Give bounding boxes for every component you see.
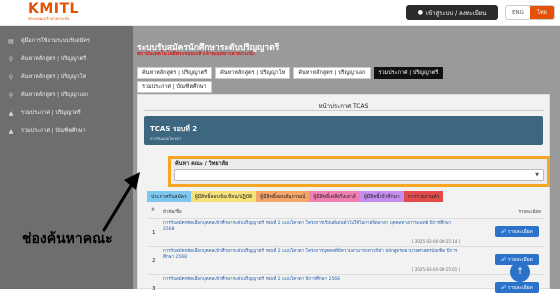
scroll-top-button[interactable]: ↑ [510,262,530,282]
row-date: [ 2025-03-04 09:25:14 ] [412,239,461,244]
col-number: # [151,208,155,213]
lang-thai[interactable]: ไทย [530,6,554,19]
row-number: 2 [152,258,156,264]
tab-search-master[interactable]: ค้นหาหลักสูตร | ปริญญาโท [215,67,291,79]
category-tab-3[interactable]: ผู้มีสิทธิ์เคลียริ่งเฮาส์ [309,191,360,202]
faculty-search-highlight: ค้นหา คณะ / วิทยาลัย ▼ [168,156,550,187]
annotation-callout: ช่องค้นหาคณะ [22,231,113,247]
category-tab-5[interactable]: การรายงานตัว [403,191,444,202]
book-icon: ▤ [8,37,14,45]
chevron-down-icon: ▼ [535,172,539,178]
page-subtitle: สถาบันเทคโนโลยีพระจอมเกล้าเจ้าคุณทหารลาด… [137,51,255,57]
search-label: ค้นหา คณะ / วิทยาลัย [175,161,229,167]
category-tab-0[interactable]: ประกาศรับสมัคร [147,191,191,202]
table-row: 2 การรับสมัครคัดเลือกบุคคลเข้าศึกษาระดับ… [147,246,545,274]
round-card: TCAS รอบที่ 2 การรับแบบโควตา [144,116,543,145]
faculty-search-select[interactable]: ▼ [174,169,544,181]
tab-announce-graduate[interactable]: รวมประกาศ | บัณฑิตศึกษา [137,81,212,93]
link-icon: ☍ [501,256,508,263]
round-subtitle: การรับแบบโควตา [150,136,182,141]
user-icon: ● [417,9,423,16]
logo-text: KMITL [28,1,79,17]
detail-button-label: รายละเอียด [507,284,533,291]
logo-subtext: พระจอมเกล้าลาดกระบัง [28,16,70,21]
divider [144,110,544,111]
table-row: 1 การรับสมัครคัดเลือกบุคคลเข้าศึกษาระดับ… [147,218,545,246]
sidebar-item-label: ค้นหาหลักสูตร | ปริญญาตรี [21,56,87,62]
row-title-link[interactable]: การรับสมัครคัดเลือกบุคคลเข้าศึกษาระดับปร… [163,221,463,233]
sidebar-item-label: ค้นหาหลักสูตร | ปริญญาเอก [21,92,89,98]
tab-announce-bachelor[interactable]: รวมประกาศ | ปริญญาตรี [373,67,444,79]
sidebar-item-announce-graduate[interactable]: ▲ รวมประกาศ | บัณฑิตศึกษา [0,122,133,140]
link-icon: ☍ [501,228,508,235]
lang-eng[interactable]: ENG [506,6,530,19]
megaphone-icon: ▲ [8,109,14,117]
row-title-link[interactable]: การรับสมัครคัดเลือกบุคคลเข้าศึกษาระดับปร… [163,249,463,261]
arrow-up-icon: ↑ [516,267,524,277]
round-title: TCAS รอบที่ 2 [150,125,198,133]
table-row: 3 การรับสมัครคัดเลือกบุคคลเข้าศึกษาระดับ… [147,274,545,302]
category-tab-4[interactable]: ผู้มีสิทธิ์เข้าศึกษา [359,191,404,202]
language-switch[interactable]: ENG ไทย [505,5,555,20]
sidebar-item-search-doctoral[interactable]: ⚲ ค้นหาหลักสูตร | ปริญญาเอก [0,86,133,104]
sidebar-item-label: รวมประกาศ | ปริญญาตรี [21,110,81,116]
row-title-link[interactable]: การรับสมัครคัดเลือกบุคคลเข้าศึกษาระดับปร… [163,277,463,283]
tab-bar: ค้นหาหลักสูตร | ปริญญาตรี ค้นหาหลักสูตร … [137,67,444,79]
col-title: หัวข้อ/ชื่อ [163,210,182,215]
sidebar-item-search-master[interactable]: ⚲ ค้นหาหลักสูตร | ปริญญาโท [0,68,133,86]
search-icon: ⚲ [8,73,14,81]
category-tab-1[interactable]: ผู้มีสิทธิ์สอบข้อเขียน/ปฏิบัติ [190,191,257,202]
link-icon: ☍ [501,284,508,291]
sidebar-item-manual[interactable]: ▤ คู่มือการใช้งานระบบรับสมัคร [0,32,133,50]
category-tabs: ประกาศรับสมัคร ผู้มีสิทธิ์สอบข้อเขียน/ปฏิ… [147,191,444,202]
detail-button[interactable]: ☍ รายละเอียด [495,226,539,237]
table-header: # หัวข้อ/ชื่อ รายละเอียด [147,206,545,216]
search-icon: ⚲ [8,91,14,99]
sidebar-item-label: ค้นหาหลักสูตร | ปริญญาโท [21,74,87,80]
login-button[interactable]: ● เข้าสู่ระบบ / ลงทะเบียน [406,5,498,20]
category-tab-2[interactable]: ผู้มีสิทธิ์สอบสัมภาษณ์ [256,191,310,202]
sidebar-item-label: รวมประกาศ | บัณฑิตศึกษา [21,128,86,134]
row-number: 1 [152,230,156,236]
sidebar-item-label: คู่มือการใช้งานระบบรับสมัคร [21,38,90,44]
search-icon: ⚲ [8,55,14,63]
login-label: เข้าสู่ระบบ / ลงทะเบียน [425,9,487,17]
row-date: [ 2025-03-04 09:15:01 ] [412,267,461,272]
tab-search-doctoral[interactable]: ค้นหาหลักสูตร | ปริญญาเอก [293,67,371,79]
col-detail: รายละเอียด [518,210,541,215]
tab-bar-row2: รวมประกาศ | บัณฑิตศึกษา [137,81,212,93]
sidebar-item-search-bachelor[interactable]: ⚲ ค้นหาหลักสูตร | ปริญญาตรี [0,50,133,68]
sidebar-item-announce-bachelor[interactable]: ▲ รวมประกาศ | ปริญญาตรี [0,104,133,122]
row-number: 3 [152,286,156,292]
megaphone-icon: ▲ [8,127,14,135]
detail-button[interactable]: ☍ รายละเอียด [495,282,539,293]
kmitl-logo[interactable]: KMITL พระจอมเกล้าลาดกระบัง [28,1,79,22]
tab-search-bachelor[interactable]: ค้นหาหลักสูตร | ปริญญาตรี [137,67,213,79]
detail-button-label: รายละเอียด [507,228,533,235]
top-bar: KMITL พระจอมเกล้าลาดกระบัง ● เข้าสู่ระบบ… [0,0,560,26]
